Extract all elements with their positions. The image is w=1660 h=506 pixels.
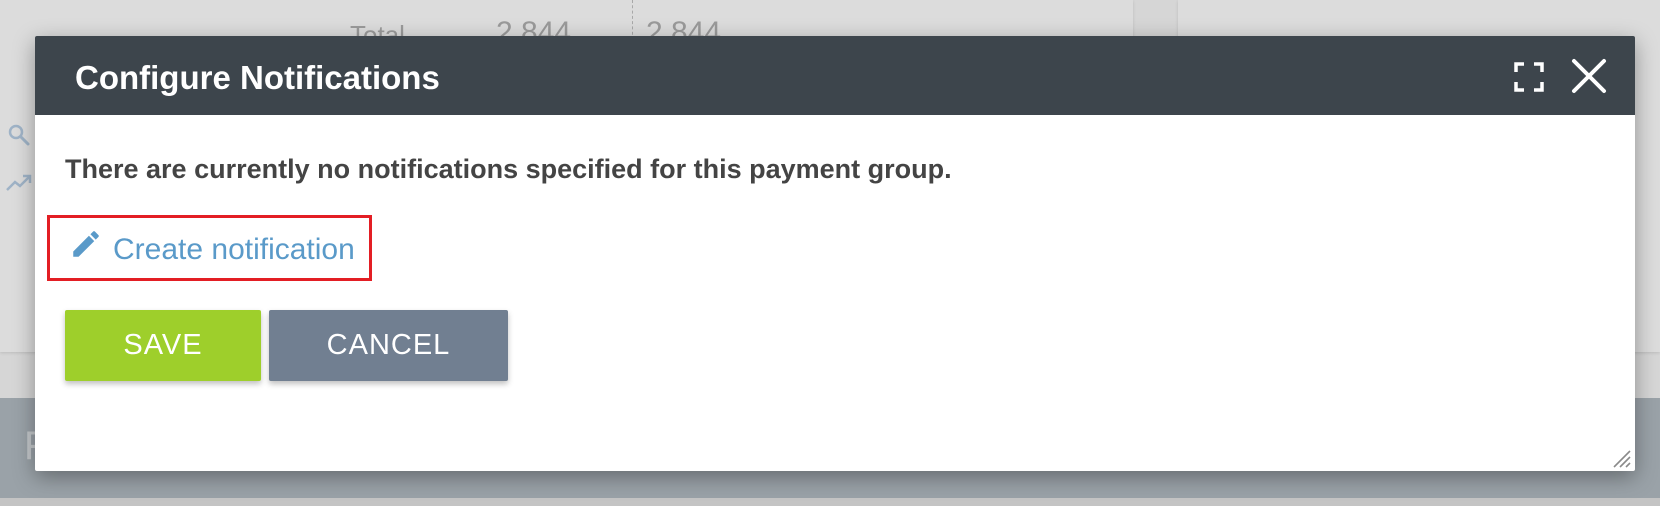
resize-handle-icon[interactable]: [1609, 446, 1631, 468]
create-notification-label[interactable]: Create notification: [113, 233, 355, 267]
cancel-button[interactable]: CANCEL: [269, 310, 508, 381]
maximize-icon[interactable]: [1514, 62, 1544, 92]
pencil-icon: [69, 227, 103, 261]
dialog-title: Configure Notifications: [75, 59, 440, 96]
close-icon[interactable]: [1570, 57, 1608, 95]
trend-up-icon: [6, 172, 32, 197]
search-icon: [8, 124, 30, 151]
no-notifications-message: There are currently no notifications spe…: [65, 154, 952, 184]
dialog-header: Configure Notifications: [35, 36, 1635, 115]
background-bottom-strip: [0, 498, 1660, 506]
configure-notifications-dialog: Configure Notifications There are curren…: [35, 36, 1635, 471]
save-button[interactable]: SAVE: [65, 310, 261, 381]
background-divider: [632, 0, 633, 40]
create-notification-link[interactable]: Create notification: [47, 215, 372, 281]
